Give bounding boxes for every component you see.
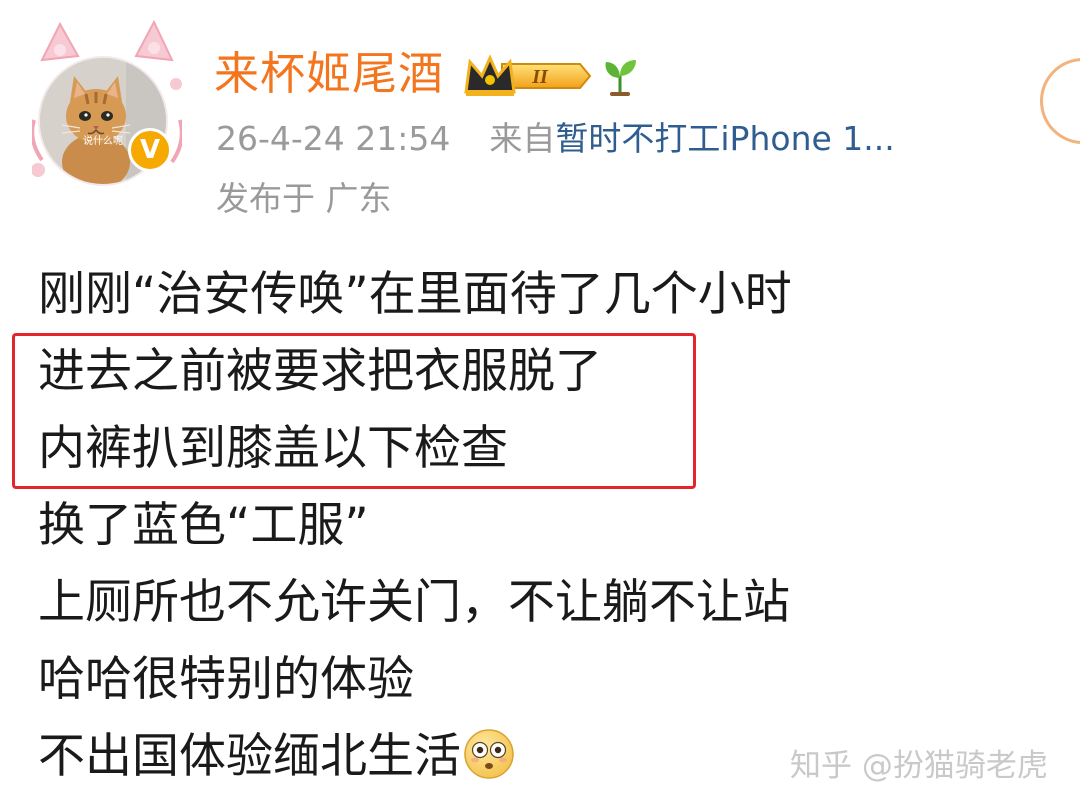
highlight-annotation-box: [12, 333, 696, 489]
username[interactable]: 来杯姬尾酒: [214, 46, 444, 102]
follow-button[interactable]: [1040, 58, 1080, 144]
avatar-container[interactable]: 说什么呢 V: [32, 20, 182, 184]
verified-v-icon: V: [128, 128, 172, 172]
crown-badge-level: II: [531, 66, 549, 88]
post-timestamp: 26-4-24 21:54: [216, 119, 451, 158]
post-line: 换了蓝色“工服”: [38, 498, 369, 553]
post-line-last-text: 不出国体验缅北生活: [38, 729, 461, 784]
flushed-face-emoji-icon: [464, 729, 514, 779]
weibo-post-screenshot: 说什么呢 V 来杯姬尾酒 II 26-4-24 21:54 来自暂时不打工iPh…: [0, 0, 1080, 810]
post-meta: 26-4-24 21:54 来自暂时不打工iPhone 1...: [216, 116, 895, 162]
post-line: 上厕所也不允许关门，不让躺不让站: [38, 575, 790, 630]
crown-membership-badge-icon: II: [464, 54, 592, 96]
post-location: 发布于 广东: [216, 179, 392, 218]
source-prefix: 来自: [489, 119, 556, 158]
watermark: 知乎 @扮猫骑老虎: [790, 748, 1048, 784]
post-line: 刚刚“治安传唤”在里面待了几个小时: [38, 267, 792, 322]
post-line: 哈哈很特别的体验: [38, 652, 414, 707]
source-device-link[interactable]: 暂时不打工iPhone 1...: [555, 119, 894, 158]
sprout-icon: [605, 60, 636, 96]
